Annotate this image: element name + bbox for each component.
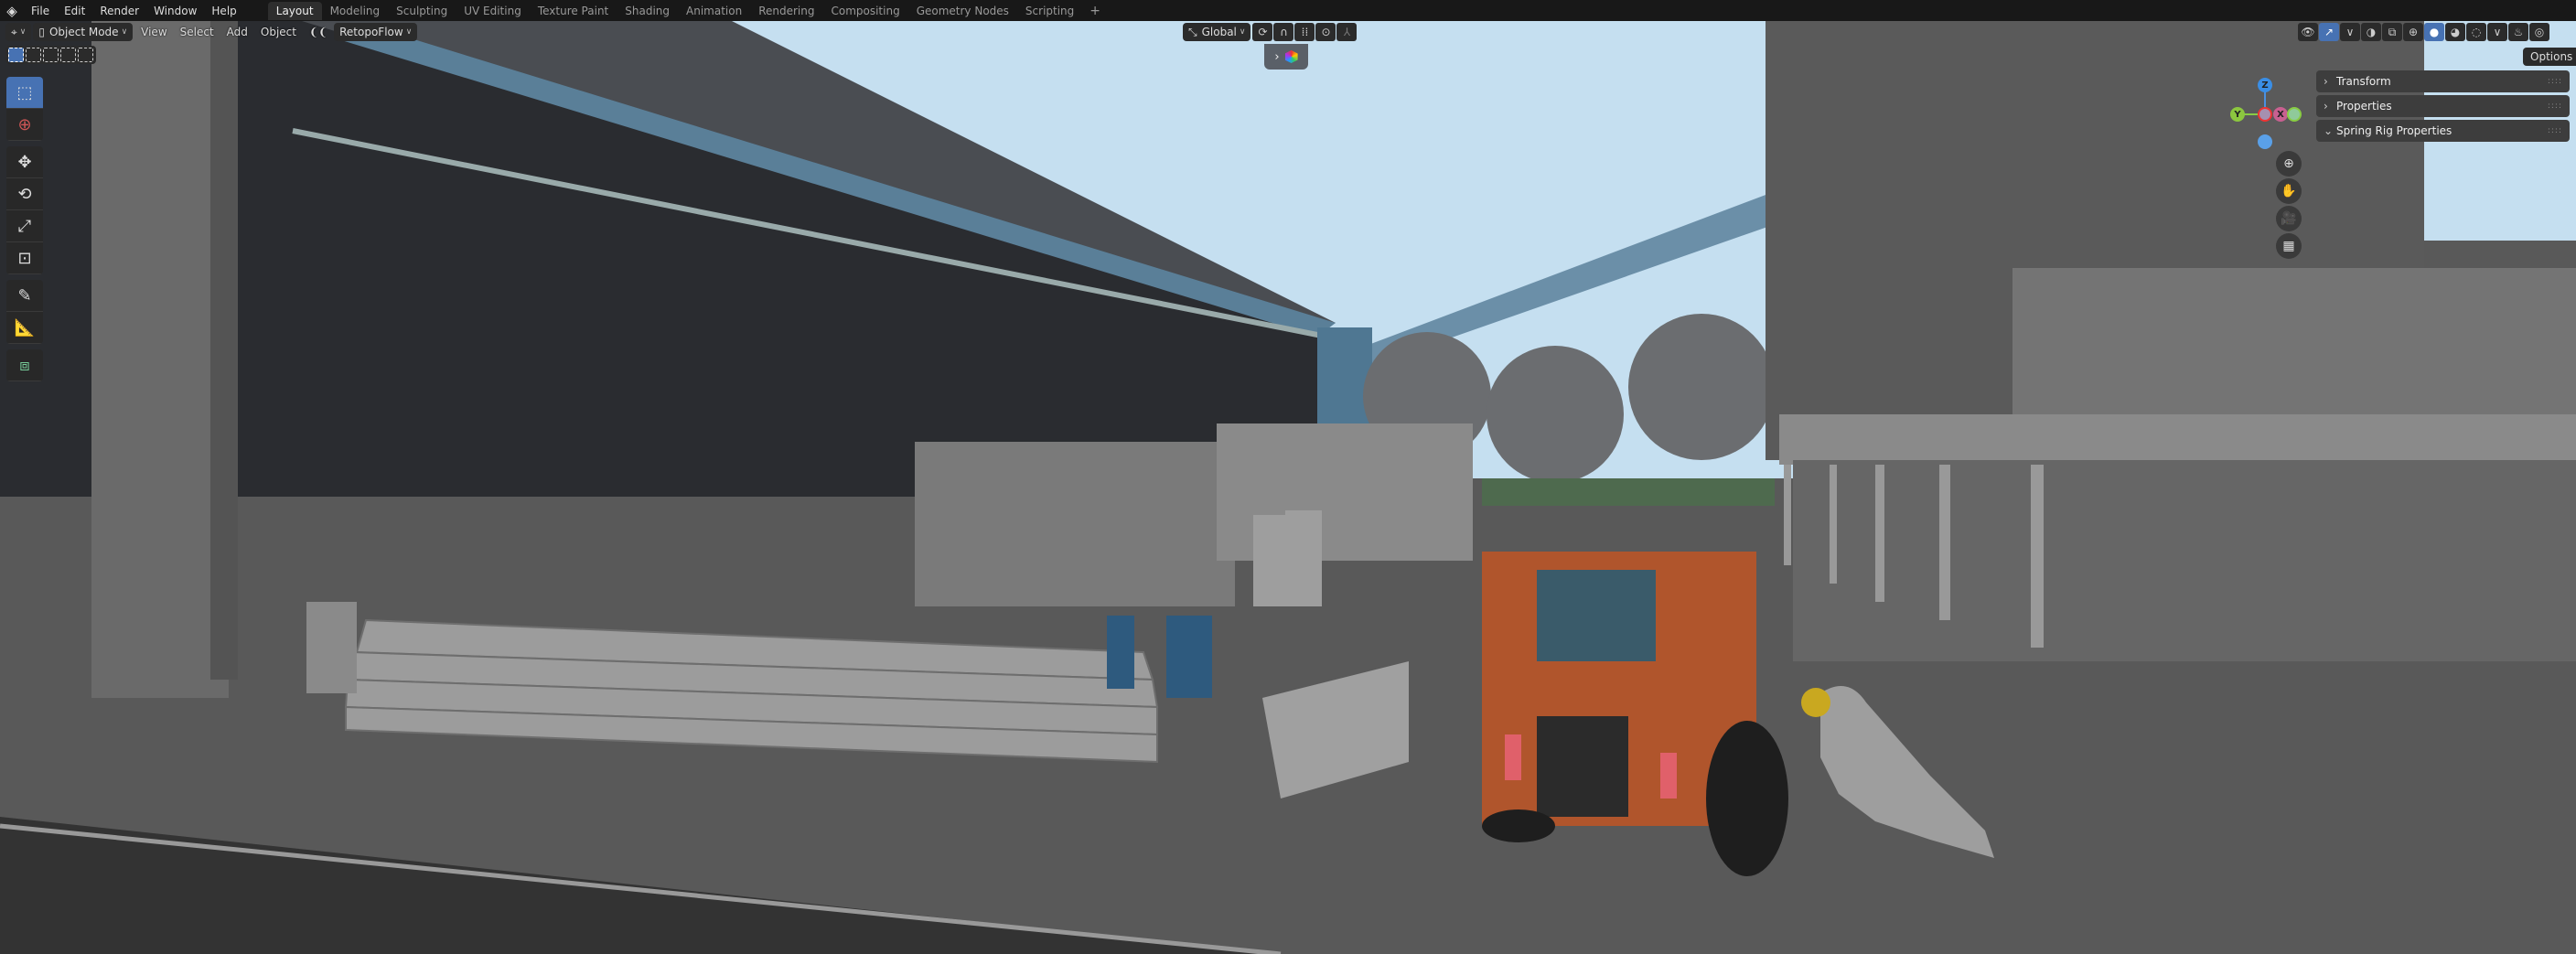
- cursor-tool-icon[interactable]: ⊕: [6, 109, 43, 141]
- sidebar-panels: › Transform:::: › Properties:::: ⌄ Spring R…: [2316, 70, 2570, 145]
- viewport-3d[interactable]: [0, 21, 2576, 954]
- top-bar: ◈ File Edit Render Window Help Layout Mo…: [0, 0, 2576, 21]
- tab-shading[interactable]: Shading: [617, 2, 678, 20]
- menu-render[interactable]: Render: [92, 5, 146, 17]
- chevron-right-icon: ›: [2324, 75, 2328, 88]
- addon-toggle-button[interactable]: ›: [1264, 44, 1308, 70]
- panel-label: Spring Rig Properties: [2336, 124, 2453, 137]
- retopoflow-menu[interactable]: RetopoFlow ∨: [334, 23, 418, 41]
- annotate-tool-icon[interactable]: ✎: [6, 280, 43, 312]
- render-region-icon[interactable]: ◎: [2529, 23, 2549, 41]
- tab-rendering[interactable]: Rendering: [750, 2, 822, 20]
- gizmo-z-axis[interactable]: Z: [2258, 78, 2272, 92]
- mode-label: Object Mode: [48, 26, 119, 38]
- rotate-tool-icon[interactable]: ⟲: [6, 178, 43, 210]
- shading-wireframe-icon[interactable]: ⊕: [2403, 23, 2423, 41]
- select-subtract-icon[interactable]: [43, 48, 59, 62]
- tab-texture-paint[interactable]: Texture Paint: [530, 2, 617, 20]
- menu-edit[interactable]: Edit: [57, 5, 92, 17]
- navigation-gizmo[interactable]: Z Y X: [2223, 78, 2305, 160]
- gizmo-toggle-icon[interactable]: ↗: [2319, 23, 2339, 41]
- gizmo-neg-x[interactable]: [2258, 107, 2272, 122]
- measure-tool-icon[interactable]: 📐: [6, 312, 43, 344]
- selection-modes: [5, 46, 96, 64]
- shading-material-icon[interactable]: ◕: [2445, 23, 2465, 41]
- gizmo-dropdown-icon[interactable]: ∨: [2340, 23, 2360, 41]
- retopoflow-icon: ❨❨: [309, 26, 328, 38]
- gizmo-y-axis[interactable]: Y: [2230, 107, 2245, 122]
- tab-layout[interactable]: Layout: [267, 1, 322, 20]
- shading-solid-icon[interactable]: ●: [2424, 23, 2444, 41]
- object-mode-icon: ▯: [38, 26, 45, 38]
- add-cube-tool-icon[interactable]: ⧈: [6, 349, 43, 381]
- select-invert-icon[interactable]: [60, 48, 76, 62]
- tab-scripting[interactable]: Scripting: [1017, 2, 1082, 20]
- tab-animation[interactable]: Animation: [678, 2, 750, 20]
- chevron-right-icon: ›: [2324, 100, 2328, 113]
- pan-hand-icon[interactable]: ✋: [2276, 178, 2302, 204]
- tab-compositing[interactable]: Compositing: [822, 2, 907, 20]
- gizmo-neg-y[interactable]: [2287, 107, 2302, 122]
- move-tool-icon[interactable]: ✥: [6, 146, 43, 178]
- select-extend-icon[interactable]: [26, 48, 41, 62]
- zoom-icon[interactable]: ⊕: [2276, 151, 2302, 177]
- panel-properties[interactable]: › Properties::::: [2316, 95, 2570, 117]
- panel-label: Transform: [2336, 75, 2391, 88]
- proportional-edit-icon[interactable]: ⊙: [1315, 23, 1336, 41]
- viewport-icon: ⌖: [11, 25, 17, 38]
- menu-add[interactable]: Add: [220, 26, 254, 38]
- gizmo-x-axis[interactable]: X: [2273, 107, 2288, 122]
- tab-geometry-nodes[interactable]: Geometry Nodes: [908, 2, 1017, 20]
- menu-select[interactable]: Select: [174, 26, 220, 38]
- chevron-down-icon: ⌄: [2324, 124, 2334, 137]
- editor-type-button[interactable]: ⌖ ∨: [5, 23, 32, 41]
- blender-logo-icon[interactable]: ◈: [0, 3, 24, 19]
- menu-window[interactable]: Window: [146, 5, 204, 17]
- orientation-icon: ⤡: [1188, 25, 1197, 38]
- tool-shelf: ⬚ ⊕ ✥ ⟲ ⤢ ⊡ ✎ 📐 ⧈: [6, 77, 43, 387]
- select-new-icon[interactable]: [8, 48, 24, 62]
- transform-orientation-select[interactable]: ⤡ Global ∨: [1183, 23, 1251, 41]
- orientation-label: Global: [1201, 26, 1237, 38]
- drag-handle-icon[interactable]: ::::: [2548, 126, 2562, 135]
- chevron-right-icon: ›: [1274, 49, 1280, 64]
- snap-target-icon[interactable]: ⁞⁞: [1294, 23, 1315, 41]
- add-workspace-button[interactable]: +: [1082, 4, 1108, 18]
- shading-rendered-icon[interactable]: ◌: [2466, 23, 2486, 41]
- shading-dropdown-icon[interactable]: ∨: [2487, 23, 2507, 41]
- xray-icon[interactable]: ⧉: [2382, 23, 2402, 41]
- snap-icon[interactable]: ∩: [1273, 23, 1294, 41]
- visibility-icon[interactable]: 👁: [2298, 23, 2318, 41]
- tab-sculpting[interactable]: Sculpting: [388, 2, 456, 20]
- pivot-point-icon[interactable]: ⟳: [1252, 23, 1273, 41]
- select-intersect-icon[interactable]: [78, 48, 93, 62]
- scale-tool-icon[interactable]: ⤢: [6, 210, 43, 242]
- panel-spring-rig-properties[interactable]: ⌄ Spring Rig Properties::::: [2316, 120, 2570, 142]
- tab-modeling[interactable]: Modeling: [322, 2, 389, 20]
- menu-file[interactable]: File: [24, 5, 57, 17]
- tab-uv-editing[interactable]: UV Editing: [456, 2, 530, 20]
- menu-view[interactable]: View: [134, 26, 173, 38]
- container: [915, 442, 1235, 606]
- transform-tool-icon[interactable]: ⊡: [6, 242, 43, 274]
- panel-label: Properties: [2336, 100, 2392, 113]
- mode-select[interactable]: ▯ Object Mode ∨: [33, 23, 134, 41]
- options-button[interactable]: Options: [2523, 48, 2576, 66]
- retopoflow-hex-icon: [1284, 50, 1298, 63]
- menu-help[interactable]: Help: [204, 5, 243, 17]
- overlays-icon[interactable]: ◑: [2361, 23, 2381, 41]
- drag-handle-icon[interactable]: ::::: [2548, 102, 2562, 111]
- render-settings-icon[interactable]: ♨: [2508, 23, 2528, 41]
- falloff-icon[interactable]: ⅄: [1336, 23, 1358, 41]
- panel-transform[interactable]: › Transform::::: [2316, 70, 2570, 92]
- menu-object[interactable]: Object: [254, 26, 303, 38]
- camera-view-icon[interactable]: 🎥: [2276, 206, 2302, 231]
- drag-handle-icon[interactable]: ::::: [2548, 77, 2562, 86]
- viewport-header: ⌖ ∨ ▯ Object Mode ∨ View Select Add Object …: [0, 21, 2576, 43]
- perspective-grid-icon[interactable]: ▦: [2276, 233, 2302, 259]
- select-box-tool-icon[interactable]: ⬚: [6, 77, 43, 109]
- retopoflow-label: RetopoFlow: [339, 26, 403, 38]
- gizmo-neg-z[interactable]: [2258, 134, 2272, 149]
